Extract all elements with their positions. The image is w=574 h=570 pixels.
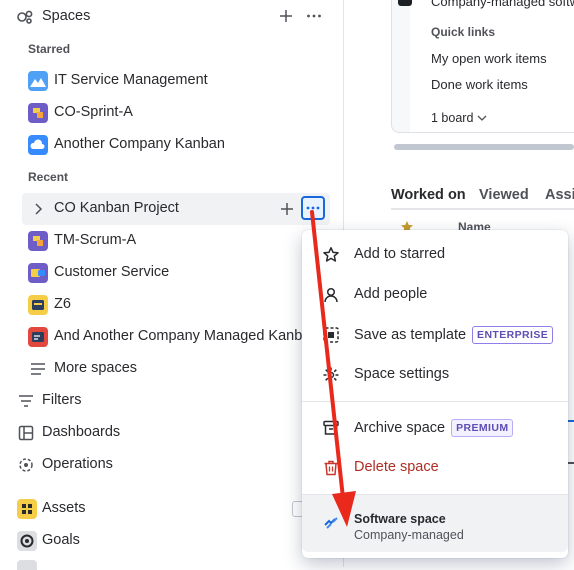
annotation-arrow [310,210,356,527]
